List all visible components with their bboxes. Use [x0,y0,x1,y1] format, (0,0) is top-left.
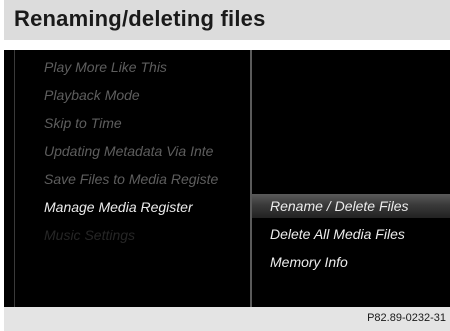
display-screen: Play More Like This Playback Mode Skip t… [4,50,450,307]
menu-item-play-more-like-this[interactable]: Play More Like This [44,58,167,76]
menu-item-manage-media-register[interactable]: Manage Media Register [44,198,193,216]
menu-item-music-settings[interactable]: Music Settings [44,226,135,244]
menu-item-save-files[interactable]: Save Files to Media Registe [44,170,218,188]
heading-bar: Renaming/deleting files [4,0,450,40]
menu-item-playback-mode[interactable]: Playback Mode [44,86,140,104]
submenu-panel: Rename / Delete Files Delete All Media F… [252,50,450,307]
page-heading: Renaming/deleting files [14,6,266,31]
menu-item-updating-metadata[interactable]: Updating Metadata Via Inte [44,142,213,160]
panel-edge-line [14,50,15,307]
submenu-item-delete-all-media-files[interactable]: Delete All Media Files [270,225,405,243]
menu-item-skip-to-time[interactable]: Skip to Time [44,114,122,132]
submenu-item-rename-delete-files[interactable]: Rename / Delete Files [270,197,409,215]
figure-code: P82.89-0232-31 [367,312,446,324]
main-menu-panel: Play More Like This Playback Mode Skip t… [4,50,250,307]
submenu-item-memory-info[interactable]: Memory Info [270,253,348,271]
